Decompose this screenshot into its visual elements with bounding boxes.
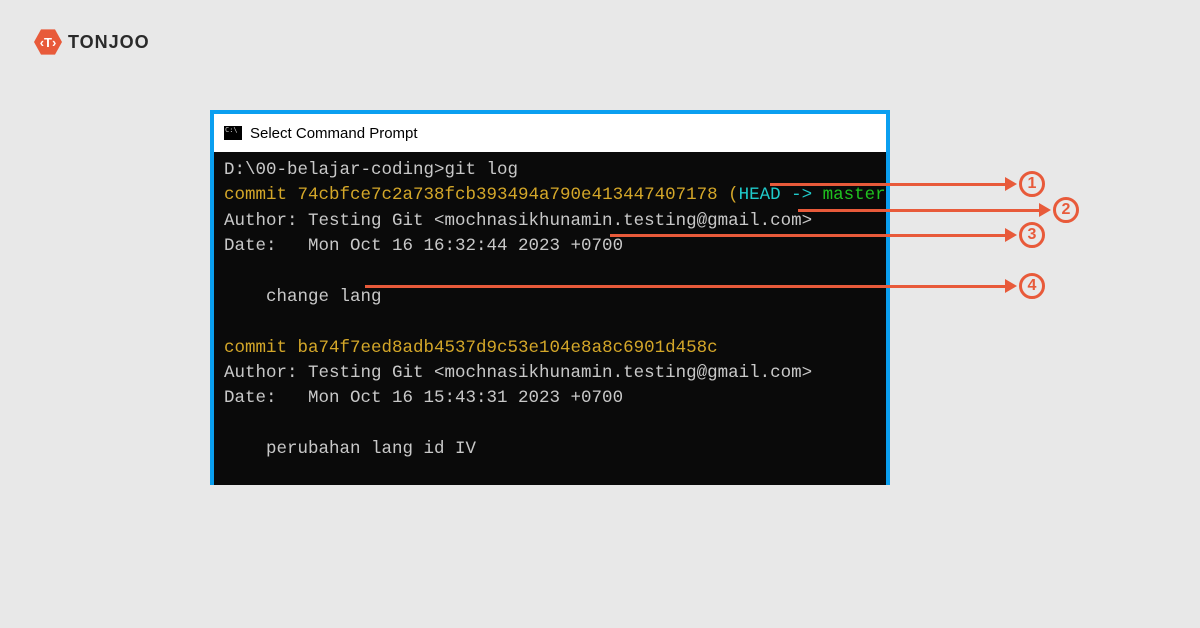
annotation-line-4 (365, 285, 1006, 288)
brand-icon: ‹T› (34, 28, 62, 56)
author-line: Author: Testing Git <mochnasikhunamin.te… (224, 363, 812, 383)
ref-open: ( (718, 185, 739, 205)
annotation-number-4: 4 (1019, 273, 1045, 299)
window-title: Select Command Prompt (250, 125, 418, 142)
arrow-icon (1005, 279, 1017, 293)
date-line: Date: Mon Oct 16 16:32:44 2023 +0700 (224, 236, 623, 256)
ref-head: HEAD -> (739, 185, 823, 205)
commit-message: change lang (224, 287, 382, 307)
annotation-number-1: 1 (1019, 171, 1045, 197)
command-prompt-window: Select Command Prompt D:\00-belajar-codi… (210, 110, 890, 485)
author-line: Author: Testing Git <mochnasikhunamin.te… (224, 211, 812, 231)
date-line: Date: Mon Oct 16 15:43:31 2023 +0700 (224, 388, 623, 408)
ref-branch: master (823, 185, 886, 205)
terminal-output[interactable]: D:\00-belajar-coding>git log commit 74cb… (214, 152, 886, 485)
commit-hash: 74cbfce7c2a738fcb393494a790e413447407178 (298, 185, 718, 205)
brand-logo: ‹T› TONJOO (34, 28, 150, 56)
cmd-icon (224, 126, 242, 140)
annotation-number-3: 3 (1019, 222, 1045, 248)
annotation-line-1 (770, 183, 1006, 186)
brand-glyph: ‹T› (34, 28, 62, 56)
annotation-number-2: 2 (1053, 197, 1079, 223)
arrow-icon (1005, 228, 1017, 242)
annotation-line-2 (798, 209, 1040, 212)
commit-label: commit (224, 338, 298, 358)
annotation-line-3 (610, 234, 1006, 237)
arrow-icon (1005, 177, 1017, 191)
window-titlebar[interactable]: Select Command Prompt (214, 114, 886, 152)
arrow-icon (1039, 203, 1051, 217)
prompt-path: D:\00-belajar-coding> (224, 160, 445, 180)
commit-message: perubahan lang id IV (224, 439, 476, 459)
commit-label: commit (224, 185, 298, 205)
commit-hash: ba74f7eed8adb4537d9c53e104e8a8c6901d458c (298, 338, 718, 358)
command-text: git log (445, 160, 519, 180)
brand-name: TONJOO (68, 32, 150, 53)
